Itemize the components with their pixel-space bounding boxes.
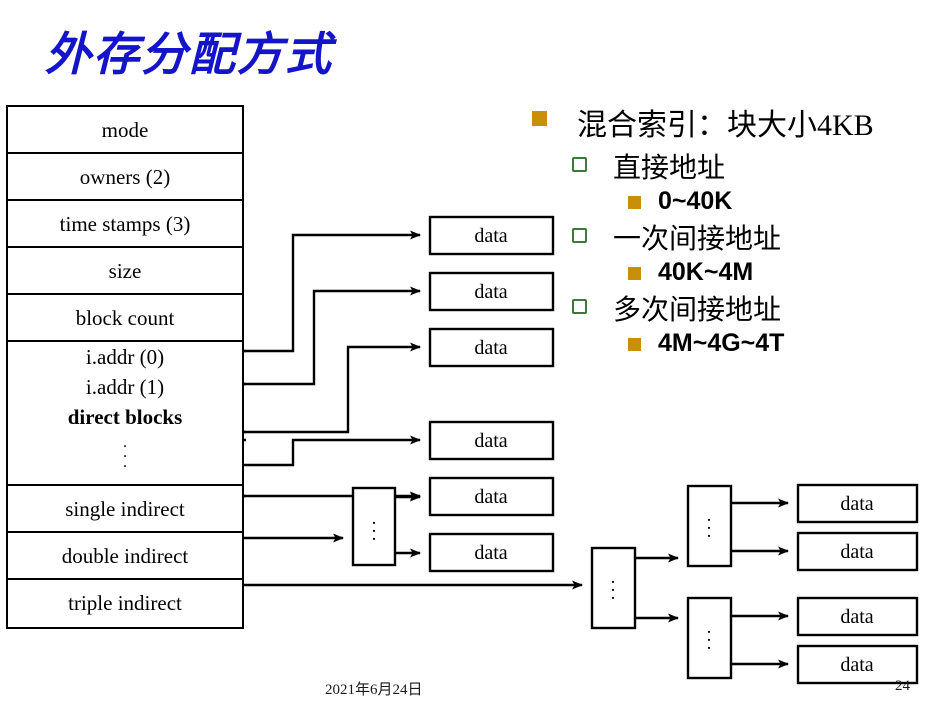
bullet-item-range-0-40k: 0~40K [628,187,934,216]
data-block-label: data [840,606,873,628]
data-block-label: data [474,225,507,247]
data-block-label: data [474,337,507,359]
bullet-label: 多次间接地址 [613,295,782,326]
inode-row-single-indirect: single indirect [8,486,242,533]
index-block-dots: . [372,524,377,545]
double-indirect-level2-block-top [686,484,733,568]
data-block-label: data [840,654,873,676]
page-title: 外存分配方式 [45,29,333,80]
bullet-list: 混合索引：块大小4KB 直接地址 0~40K 一次间接地址 40K~4M 多次间… [520,100,934,359]
square-bullet-icon [628,267,641,280]
footer-date: 2021年6月24日 [325,682,423,698]
right-data-box-group: data data data data [796,483,919,685]
inode-row-block-count: block count [8,295,242,342]
wire-iaddr0-route [244,230,421,353]
data-block [428,476,555,517]
index-block-dots: . [707,521,712,542]
data-block-label: data [474,430,507,452]
data-block [796,531,919,572]
data-block-label: data [840,493,873,515]
inode-row-size: size [8,248,242,295]
data-block [796,483,919,524]
square-bullet-icon [628,338,641,351]
inode-row-triple-indirect: triple indirect [68,591,182,615]
data-block [428,420,555,461]
bullet-label: 40K~4M [658,258,754,286]
index-block-dots: . [707,505,712,526]
single-indirect-index-block [351,486,397,567]
bullet-item-mixed-index: 混合索引：块大小4KB [532,100,934,144]
inode-row-iaddr-0: i.addr (0) [85,345,165,369]
inode-row-double-indirect: double indirect [8,533,242,580]
inode-direct-spacer [8,470,242,484]
bullet-item-range-40k-4m: 40K~4M [628,258,934,287]
index-block-dots: . [611,583,616,604]
square-bullet-icon [628,196,641,209]
bullet-label: 直接地址 [613,153,726,184]
bullet-item-direct-address: 直接地址 [572,146,934,186]
bullet-label: 混合索引：块大小4KB [577,109,874,142]
inode-row-mode: mode [8,107,242,154]
inode-row-direct-blocks: direct blocks [67,405,183,429]
data-block [796,596,919,637]
data-block-label: data [840,541,873,563]
bullet-item-range-4m-4g-4t: 4M~4G~4T [628,329,934,358]
index-block-dots: . [372,516,377,537]
inode-row-owners: owners (2) [8,154,242,201]
wire-iaddr0-to-data1 [244,230,421,353]
wire-iaddr1-to-data2 [244,286,421,386]
index-block-dots: . [707,625,712,646]
index-block-dots: . [707,617,712,638]
slide-canvas: 外存分配方式 mode owners (2) time stamps (3) s… [0,0,934,714]
double-indirect-level2-block-bottom [686,596,733,680]
square-bullet-icon [532,111,547,126]
double-indirect-level1-block [590,546,637,630]
ellipsis-dot: . [123,454,127,471]
hollow-square-bullet-icon [572,299,587,314]
inode-row-iaddr-1: i.addr (1) [85,375,165,399]
data-block-label: data [474,281,507,303]
index-block-dots: . [372,508,377,529]
wire-direct-route-b [244,435,421,467]
bullet-item-multi-indirect-address: 多次间接地址 [572,288,934,328]
bullet-label: 4M~4G~4T [658,329,785,357]
data-block [428,532,555,573]
index-block-dots: . [611,575,616,596]
hollow-square-bullet-icon [572,228,587,243]
inode-direct-ellipsis: . . . [8,432,242,471]
index-block-dots: . [707,633,712,654]
wire-direct-to-data3 [244,342,421,434]
data-block-label: data [474,486,507,508]
index-block-dots: . [611,567,616,588]
bullet-item-single-indirect-address: 一次间接地址 [572,217,934,257]
bullet-label: 一次间接地址 [613,224,782,255]
bullet-label: 0~40K [658,187,733,215]
inode-direct-blocks-group: i.addr (0) i.addr (1) direct blocks . . … [8,342,242,486]
index-block-dots: . [707,513,712,534]
hollow-square-bullet-icon [572,157,587,172]
wire-direct-route-a [244,342,421,434]
inode-structure-table: mode owners (2) time stamps (3) size blo… [6,105,244,629]
wire-iaddr1-route [244,286,421,386]
footer-page-number: 24 [895,678,910,694]
data-block-label: data [474,542,507,564]
inode-row-time-stamps: time stamps (3) [8,201,242,248]
